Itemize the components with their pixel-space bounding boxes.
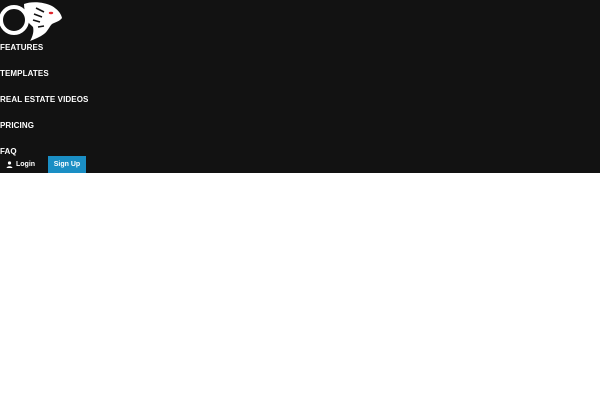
login-label: Login [16,160,36,168]
page-content [0,173,600,400]
nav-item-real-estate-videos[interactable]: REAL ESTATE VIDEOS [0,95,88,105]
nav-item-pricing[interactable]: PRICING [0,121,34,131]
tiger-head-logo-icon[interactable] [0,0,64,42]
user-icon [6,160,13,168]
login-button[interactable]: Login [6,156,35,172]
nav-item-templates[interactable]: TEMPLATES [0,69,49,79]
nav-item-features[interactable]: FEATURES [0,43,43,53]
site-header: FEATURES TEMPLATES REAL ESTATE VIDEOS PR… [0,0,600,173]
signup-button[interactable]: Sign Up [48,156,86,173]
